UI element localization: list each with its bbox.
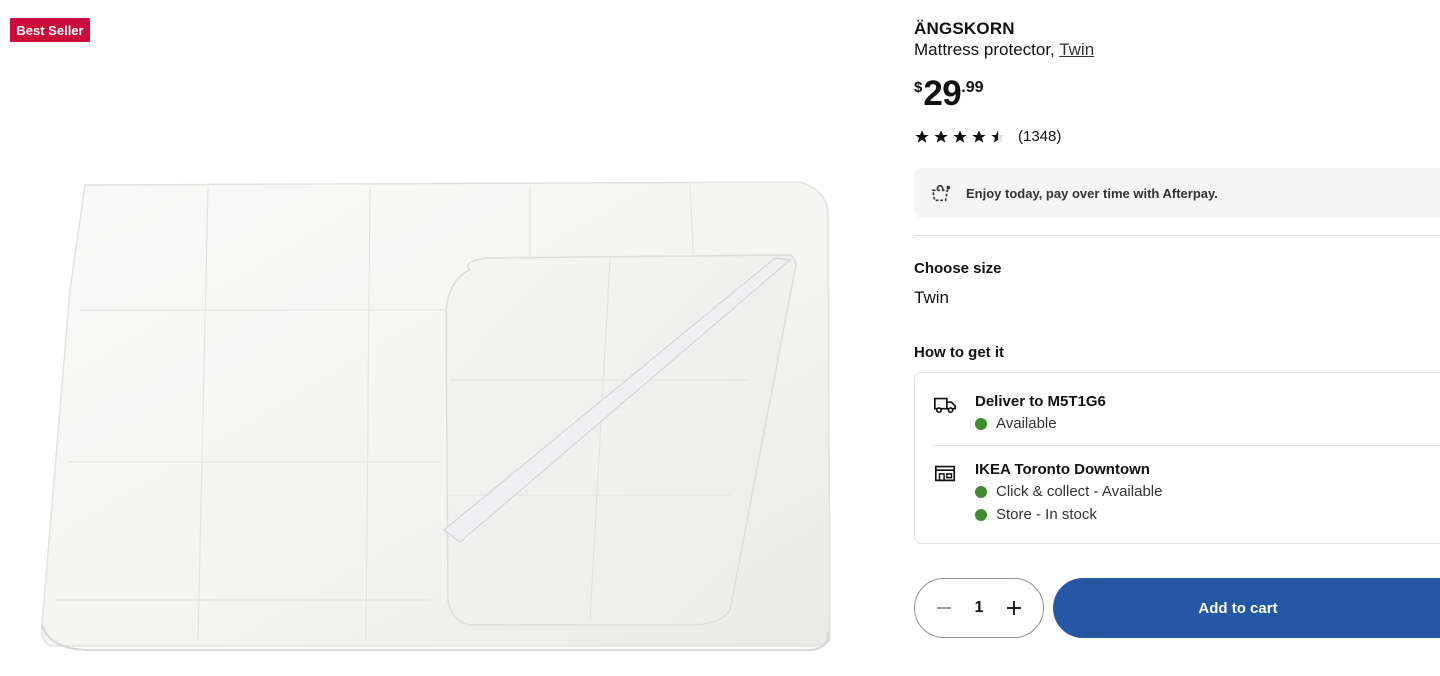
- best-seller-badge: Best Seller: [10, 18, 90, 42]
- selected-size[interactable]: Twin: [914, 288, 949, 308]
- status-dot: [975, 508, 987, 521]
- quantity-stepper: 1: [914, 578, 1044, 638]
- star-icon: [915, 129, 929, 143]
- status-dot: [975, 485, 987, 498]
- divider: [914, 235, 1440, 236]
- star-rating: [914, 129, 1006, 145]
- delivery-status: Available: [975, 415, 1057, 432]
- store-stock-text: Store - In stock: [996, 506, 1097, 523]
- how-to-get-it-label: How to get it: [914, 344, 1004, 361]
- delivery-title: Deliver to M5T1G6: [975, 393, 1106, 410]
- store-title: IKEA Toronto Downtown: [975, 461, 1150, 478]
- rating[interactable]: (1348): [914, 128, 1061, 145]
- store-icon: [934, 465, 956, 482]
- half-star-icon: [991, 129, 1005, 143]
- divider: [932, 445, 1440, 446]
- price-decimal: .99: [961, 79, 984, 96]
- quantity-value[interactable]: 1: [975, 599, 984, 617]
- plus-icon: [1007, 601, 1021, 615]
- afterpay-text: Enjoy today, pay over time with Afterpay…: [966, 185, 1218, 201]
- minus-icon: [937, 607, 951, 609]
- product-info-panel: ÄNGSKORN Mattress protector, Twin $ 29 .…: [914, 0, 1440, 676]
- delivery-status-text: Available: [996, 415, 1057, 432]
- afterpay-icon: [931, 184, 951, 202]
- price-currency: $: [914, 79, 923, 96]
- product-type: Mattress protector,: [914, 40, 1055, 59]
- increase-quantity-button[interactable]: [1003, 597, 1025, 619]
- status-dot: [975, 417, 987, 430]
- price-integer: 29: [923, 74, 962, 113]
- fulfillment-options: Deliver to M5T1G6 Available IKEA Toronto…: [914, 372, 1440, 544]
- star-icon: [934, 129, 948, 143]
- size-link[interactable]: Twin: [1059, 40, 1094, 59]
- product-image[interactable]: [30, 170, 840, 660]
- decrease-quantity-button[interactable]: [933, 597, 955, 619]
- product-name: ÄNGSKORN: [914, 19, 1015, 38]
- price: $ 29 .99: [914, 74, 984, 114]
- truck-icon: [934, 397, 956, 414]
- afterpay-banner[interactable]: Enjoy today, pay over time with Afterpay…: [914, 168, 1440, 218]
- review-count[interactable]: (1348): [1018, 128, 1061, 145]
- store-stock-status: Store - In stock: [975, 506, 1097, 523]
- product-description: Mattress protector, Twin: [914, 40, 1094, 60]
- star-icon: [972, 129, 986, 143]
- add-to-cart-button[interactable]: Add to cart: [1053, 578, 1440, 638]
- click-collect-status: Click & collect - Available: [975, 483, 1162, 500]
- star-icon: [953, 129, 967, 143]
- choose-size-label: Choose size: [914, 260, 1002, 277]
- click-collect-text: Click & collect - Available: [996, 483, 1163, 500]
